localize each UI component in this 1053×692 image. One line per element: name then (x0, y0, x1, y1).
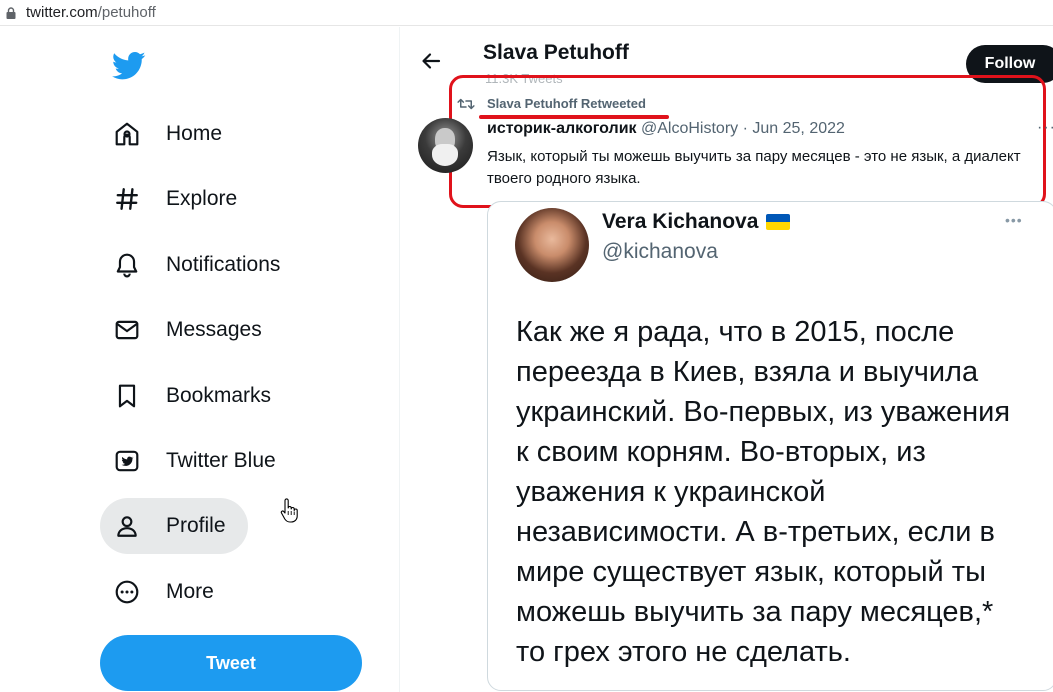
bookmark-icon (112, 381, 142, 411)
tweet-text: Язык, который ты можешь выучить за пару … (487, 148, 1021, 187)
embedded-avatar (515, 208, 589, 282)
nav-bookmarks-label: Bookmarks (166, 384, 272, 407)
embedded-tweet-text: Как же я рада, что в 2015, после переезд… (516, 316, 1011, 668)
url-host: twitter.com (26, 4, 98, 21)
hand-cursor-icon (280, 498, 298, 523)
tweet-separator: · (742, 120, 748, 137)
nav-profile[interactable]: Profile (100, 498, 248, 554)
main-column: Slava Petuhoff 11.3K Tweets Follow Slava… (401, 27, 1053, 692)
nav-home-label: Home (166, 122, 223, 145)
home-icon (112, 119, 142, 149)
twitter-bird-icon[interactable] (112, 51, 146, 81)
nav-profile-label: Profile (166, 514, 226, 537)
embedded-author-name: Vera Kichanova (602, 210, 791, 234)
tweet-author-name[interactable]: историк-алкоголик (487, 120, 637, 137)
nav-messages[interactable]: Messages (100, 302, 284, 358)
tweet-button[interactable]: Tweet (100, 635, 362, 691)
twitter-blue-icon (112, 446, 142, 476)
url-path: /petuhoff (97, 4, 156, 21)
nav-twitter-blue[interactable]: Twitter Blue (100, 433, 298, 489)
browser-url-bar[interactable]: twitter.com/petuhoff (0, 0, 1053, 26)
ukraine-flag-icon (766, 214, 791, 230)
nav-twitter-blue-label: Twitter Blue (166, 449, 276, 472)
embedded-author-name-text: Vera Kichanova (602, 210, 759, 233)
red-underline-annotation (479, 115, 669, 119)
tweet-image[interactable]: Vera Kichanova @kichanova ••• Как же я р… (487, 201, 1053, 691)
retweeted-label[interactable]: Slava Petuhoff Retweeted (487, 96, 646, 111)
embedded-author-handle: @kichanova (602, 240, 718, 263)
nav-notifications-label: Notifications (166, 253, 281, 276)
lock-icon (6, 6, 16, 19)
embedded-more-icon: ••• (1005, 212, 1023, 228)
left-nav: Home Explore Notifications Messages Book… (0, 27, 400, 692)
hashtag-icon (112, 184, 142, 214)
bell-icon (112, 250, 142, 280)
retweet-icon (457, 98, 475, 110)
tweet-date[interactable]: Jun 25, 2022 (752, 120, 845, 137)
nav-bookmarks[interactable]: Bookmarks (100, 368, 293, 424)
nav-explore[interactable]: Explore (100, 171, 259, 227)
author-avatar[interactable] (418, 118, 473, 173)
profile-icon (112, 511, 142, 541)
nav-notifications[interactable]: Notifications (100, 237, 302, 293)
tweet-author-handle[interactable]: @AlcoHistory (641, 120, 738, 137)
tweet-more-icon[interactable]: ··· (1037, 119, 1053, 137)
more-circle-icon (112, 577, 142, 607)
nav-explore-label: Explore (166, 187, 238, 210)
profile-name: Slava Petuhoff (483, 41, 629, 64)
tweet-header: историк-алкоголик @AlcoHistory · Jun 25,… (487, 120, 845, 138)
envelope-icon (112, 315, 142, 345)
back-arrow-icon[interactable] (419, 49, 443, 73)
nav-more[interactable]: More (100, 564, 236, 620)
nav-more-label: More (166, 580, 214, 603)
nav-messages-label: Messages (166, 318, 262, 341)
nav-home[interactable]: Home (100, 106, 244, 162)
